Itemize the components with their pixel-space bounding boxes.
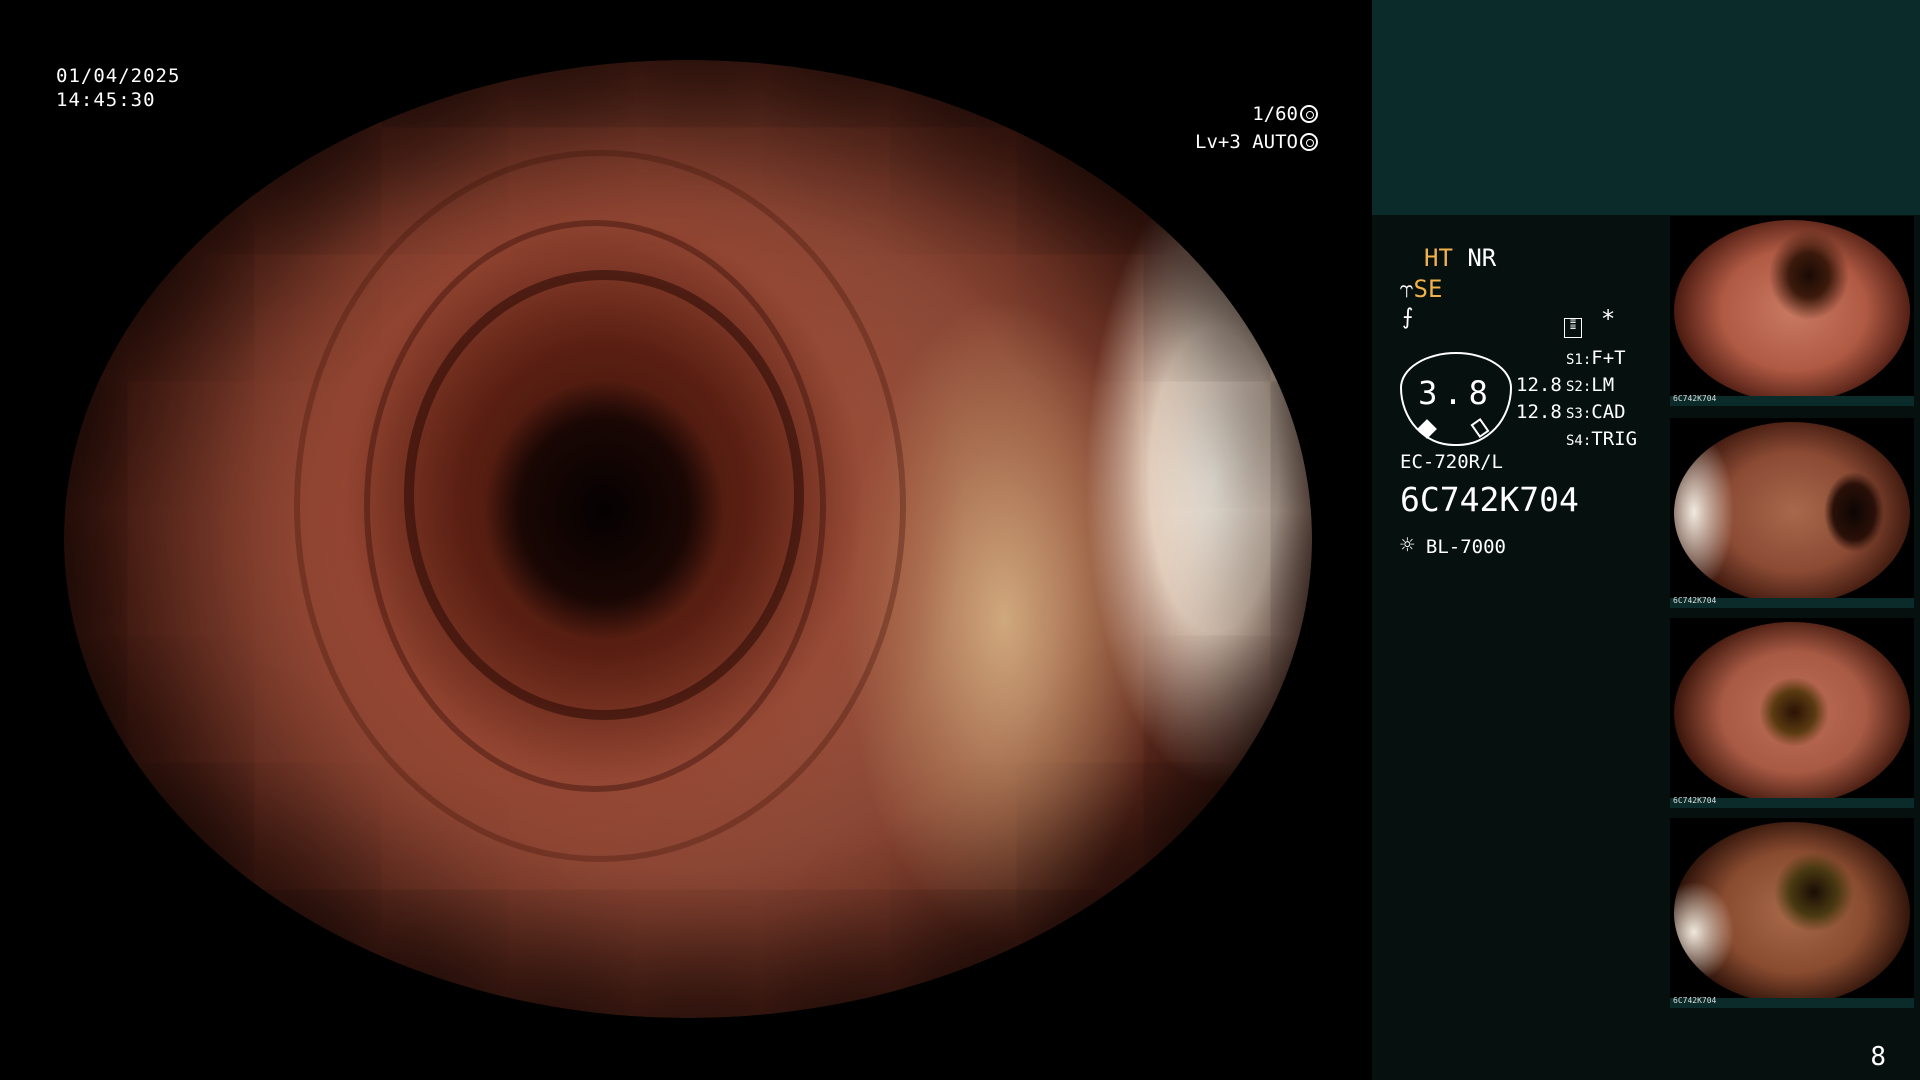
- light-icon: ☼: [1400, 531, 1415, 559]
- ht-label: HT: [1424, 244, 1453, 272]
- switch-assignments: S1:F+T S2:LM S3:CAD S4:TRIG: [1566, 346, 1637, 454]
- gauge-right-2: 12.8: [1516, 401, 1562, 423]
- mucosal-fold: [294, 150, 906, 862]
- light-source-row: ☼ BL-7000: [1400, 530, 1506, 562]
- switch-s3: S3:CAD: [1566, 400, 1637, 427]
- thumbnail-label: 6C742K704: [1673, 394, 1717, 403]
- timestamp: 01/04/2025 14:45:30: [56, 64, 180, 112]
- enhance-icon: ⥾: [1400, 275, 1414, 303]
- mucosal-fold: [364, 220, 826, 792]
- page-number: 8: [1870, 1042, 1886, 1072]
- iris-icon: [1300, 133, 1318, 151]
- s2-label: S2:: [1566, 379, 1592, 395]
- switch-s2: S2:LM: [1566, 373, 1637, 400]
- panel-header-area: [1372, 0, 1920, 215]
- level-mode: Lv+3 AUTO: [1195, 131, 1298, 153]
- s3-label: S3:: [1566, 406, 1592, 422]
- se-label: SE: [1413, 275, 1443, 303]
- switch-s4: S4:TRIG: [1566, 427, 1637, 454]
- thumbnail-label: 6C742K704: [1673, 996, 1717, 1005]
- mucosal-fold: [404, 270, 804, 720]
- s4-label: S4:: [1566, 433, 1592, 449]
- scope-model: EC-720R/L: [1400, 451, 1503, 473]
- thumbnail-image: [1674, 822, 1910, 1004]
- thumbnail-label: 6C742K704: [1673, 596, 1717, 605]
- settings-status: ≡ ≡ *: [1564, 304, 1615, 338]
- asterisk-mark: *: [1600, 305, 1616, 333]
- date-text: 01/04/2025: [56, 65, 181, 87]
- shutter-speed: 1/60: [1252, 103, 1298, 125]
- shutter-icon: [1300, 105, 1318, 123]
- thumbnail-4[interactable]: 6C742K704: [1670, 818, 1914, 1008]
- endoscope-main-view: 01/04/2025 14:45:30 1/60 Lv+3 AUTO: [0, 0, 1372, 1080]
- scope-serial: 6C742K704: [1400, 480, 1579, 519]
- thumbnail-3[interactable]: 6C742K704: [1670, 618, 1914, 808]
- settings-icon: ≡ ≡: [1564, 317, 1582, 338]
- thumbnail-image: [1674, 422, 1910, 604]
- thumbnail-label: 6C742K704: [1673, 796, 1717, 805]
- switch-s1: S1:F+T: [1566, 346, 1637, 373]
- thumbnail-2[interactable]: 6C742K704: [1670, 418, 1914, 608]
- ht-nr-status: HT NR: [1424, 243, 1496, 273]
- s2-value: LM: [1591, 374, 1615, 396]
- se-status: ⥾SE: [1400, 274, 1442, 304]
- time-text: 14:45:30: [56, 89, 156, 111]
- s3-value: CAD: [1591, 401, 1626, 423]
- endoscopic-image: [64, 60, 1312, 1018]
- s1-label: S1:: [1566, 352, 1592, 368]
- gauge-right-1: 12.8: [1516, 374, 1562, 396]
- exposure-info: 1/60 Lv+3 AUTO: [1195, 100, 1318, 156]
- nr-label: NR: [1467, 244, 1497, 272]
- gauge-marker-right: [1470, 418, 1490, 438]
- thumbnail-image: [1674, 220, 1910, 402]
- s1-value: F+T: [1591, 347, 1626, 369]
- light-source: BL-7000: [1425, 536, 1506, 558]
- thumbnail-image: [1674, 622, 1910, 804]
- s4-value: TRIG: [1591, 428, 1638, 450]
- freeze-icon: ⨍: [1402, 305, 1414, 330]
- gauge-value: 3.8: [1418, 374, 1494, 412]
- thumbnail-1[interactable]: 6C742K704: [1670, 216, 1914, 406]
